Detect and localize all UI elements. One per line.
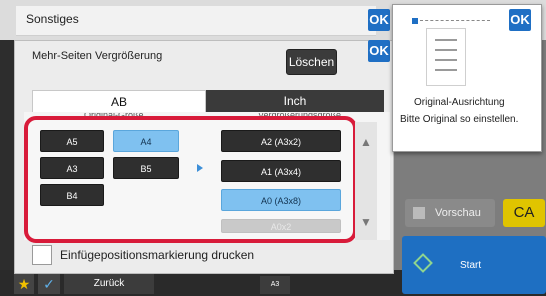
arrow-right-icon [197,164,203,172]
tab-inch[interactable]: Inch [206,90,384,112]
original-size-a5[interactable]: A5 [40,130,104,152]
checkmark-icon[interactable]: ✓ [38,274,60,294]
dashed-guide [420,20,490,21]
preview-button[interactable]: Vorschau [405,199,495,227]
original-size-b5[interactable]: B5 [113,157,179,179]
paper-size-indicator: A3 [260,276,290,294]
double-chevron-down-icon: ▼ [360,215,372,229]
enlargement-size-a2[interactable]: A2 (A3x2) [221,130,341,152]
top-ok-button[interactable]: OK [368,9,390,31]
enlargement-size-a0x2: A0x2 [221,219,341,233]
orientation-title: Original-Ausrichtung [414,97,505,108]
document-orientation-icon [426,28,466,86]
print-mark-label: Einfügepositionsmarkierung drucken [60,248,255,262]
scroll-up-button[interactable]: ▲ [358,128,374,156]
orientation-ok-button[interactable]: OK [509,9,531,31]
print-mark-checkbox[interactable] [32,245,52,265]
scroll-down-button[interactable]: ▼ [358,208,374,236]
start-icon [413,253,433,273]
original-size-a4[interactable]: A4 [113,130,179,152]
dialog-title: Mehr-Seiten Vergrößerung [32,50,163,62]
app-left-background [0,40,14,270]
enlargement-size-a1[interactable]: A1 (A3x4) [221,160,341,182]
clear-all-button[interactable]: CA [503,199,545,227]
page-title: Sonstiges [26,12,79,26]
back-button[interactable]: Zurück [64,274,154,294]
orientation-marker-icon [412,18,418,24]
tab-ab[interactable]: AB [32,90,206,112]
original-size-b4[interactable]: B4 [40,184,104,206]
enlargement-size-a0[interactable]: A0 (A3x8) [221,189,341,211]
orientation-message: Bitte Original so einstellen. [400,114,519,125]
favorite-star-icon[interactable]: ★ [14,274,34,294]
clear-button[interactable]: Löschen [286,49,337,75]
preview-label: Vorschau [435,207,481,219]
original-size-a3[interactable]: A3 [40,157,104,179]
start-label: Start [460,260,482,271]
dialog-ok-button[interactable]: OK [368,40,390,62]
preview-icon [413,207,425,220]
start-button[interactable]: Start [402,236,546,294]
double-chevron-up-icon: ▲ [360,135,372,149]
